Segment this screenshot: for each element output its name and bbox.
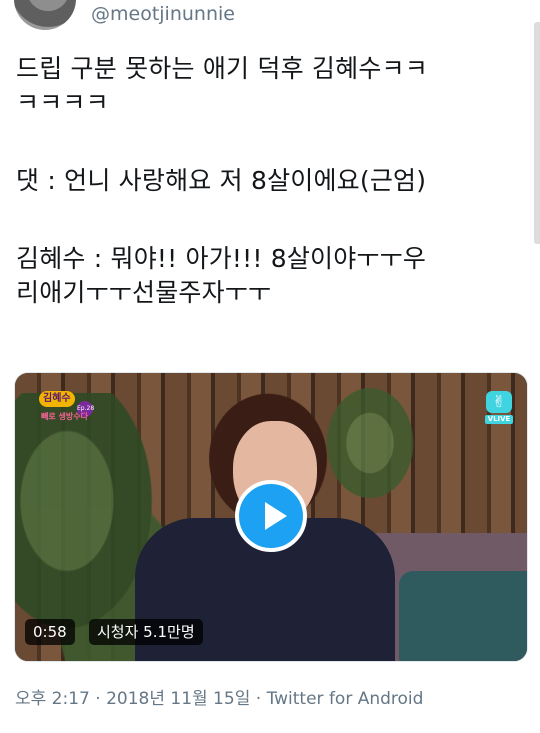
show-logo-title: 김혜수 xyxy=(39,391,75,407)
video-player[interactable]: 김혜수 Ep.28 빼로 생방수다 ✌ VLIVE 0:58 시청자 5.1만명 xyxy=(14,372,528,662)
vlive-logo: ✌ VLIVE xyxy=(485,391,513,425)
tweet: @meotjinunnie 드립 구분 못하는 애기 덕후 김혜수ㅋㅋ ㅋㅋㅋㅋ… xyxy=(0,0,540,733)
tweet-date[interactable]: 2018년 11월 15일 xyxy=(106,689,250,709)
video-duration: 0:58 xyxy=(25,619,75,645)
tweet-header: @meotjinunnie xyxy=(0,0,540,32)
tweet-source[interactable]: Twitter for Android xyxy=(267,689,424,709)
tweet-text-line: 김혜수 : 뭐야!! 아가!!! 8살이야ㅜㅜ우 xyxy=(16,244,427,273)
meta-separator: · xyxy=(250,689,267,709)
tweet-text-line: 댓 : 언니 사랑해요 저 8살이에요(근엄) xyxy=(16,166,427,195)
video-cushion xyxy=(399,571,527,661)
play-icon xyxy=(265,502,287,530)
tweet-text-line: ㅋㅋㅋㅋ xyxy=(16,88,109,117)
vlive-label: VLIVE xyxy=(485,415,513,424)
tweet-text-line: 리애기ㅜㅜ선물주자ㅜㅜ xyxy=(16,278,272,307)
tweet-text: 드립 구분 못하는 애기 덕후 김혜수ㅋㅋ ㅋㅋㅋㅋ 댓 : 언니 사랑해요 저… xyxy=(16,52,516,310)
avatar[interactable] xyxy=(14,0,76,30)
scrollbar[interactable] xyxy=(534,22,540,244)
play-button[interactable] xyxy=(235,480,307,552)
user-handle[interactable]: @meotjinunnie xyxy=(91,3,235,25)
meta-separator: · xyxy=(89,689,107,709)
tweet-time[interactable]: 오후 2:17 xyxy=(15,689,90,709)
tweet-meta: 오후 2:17 · 2018년 11월 15일 · Twitter for An… xyxy=(15,687,423,711)
vlive-icon: ✌ xyxy=(486,391,512,413)
video-view-count: 시청자 5.1만명 xyxy=(89,619,203,645)
tweet-text-line: 드립 구분 못하는 애기 덕후 김혜수ㅋㅋ xyxy=(16,54,428,83)
show-logo-subtitle: 빼로 생방수다 xyxy=(41,412,88,421)
show-logo: 김혜수 Ep.28 빼로 생방수다 xyxy=(39,391,95,431)
